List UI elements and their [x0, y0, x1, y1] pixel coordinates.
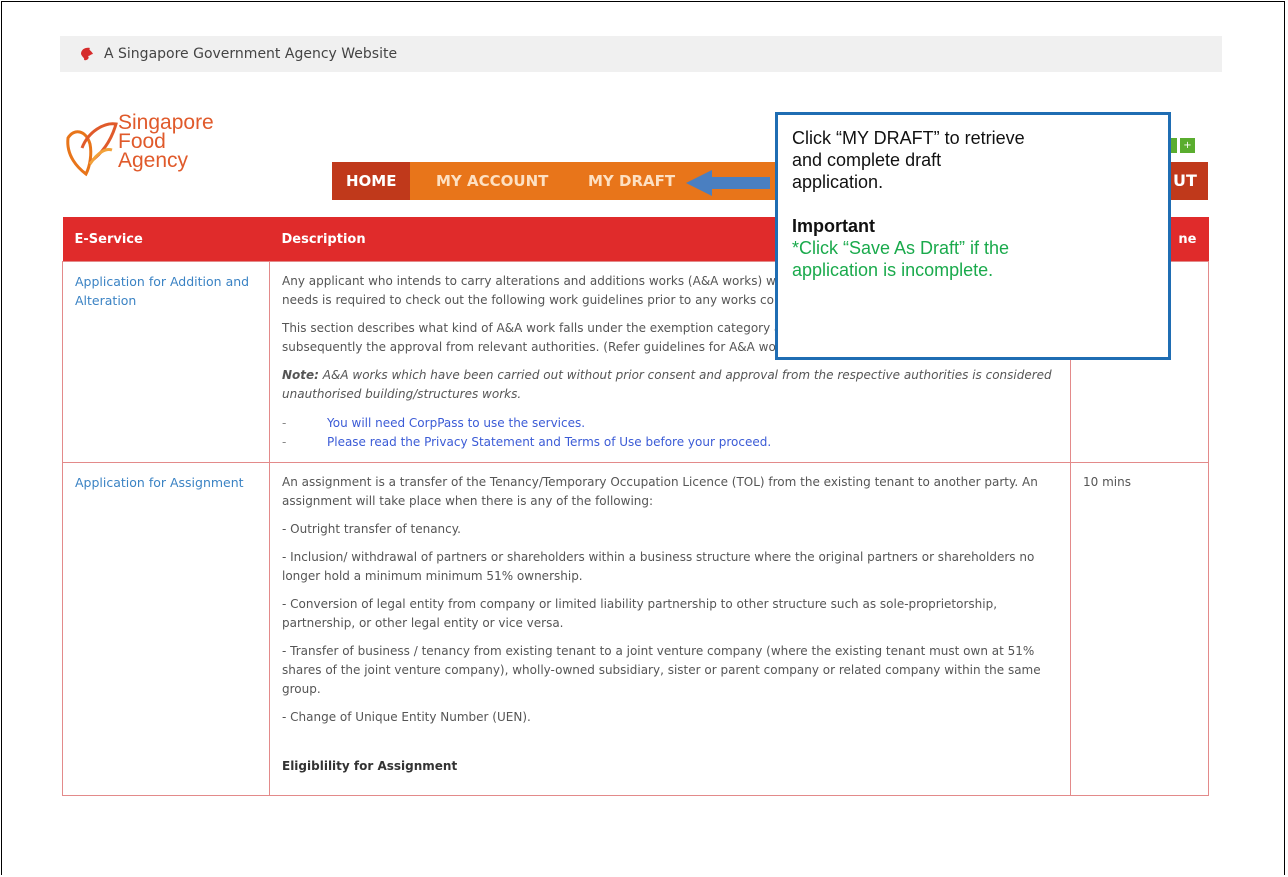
- service-link-assignment[interactable]: Application for Assignment: [62, 462, 270, 796]
- note: Note: A&A works which have been carried …: [282, 366, 1058, 404]
- corppass-link[interactable]: You will need CorpPass to use the servic…: [327, 414, 585, 433]
- gov-banner: A Singapore Government Agency Website: [60, 36, 1222, 72]
- nav-home[interactable]: HOME: [332, 162, 411, 200]
- callout-important: Important: [792, 216, 875, 236]
- description-text: - Outright transfer of tenancy.: [282, 522, 461, 536]
- description-text: - Change of Unique Entity Number (UEN).: [282, 710, 531, 724]
- description-text: - Transfer of business / tenancy from ex…: [282, 644, 1041, 696]
- header-eservice: E-Service: [62, 217, 270, 262]
- logo-line-3: Agency: [118, 149, 189, 172]
- plus-icon[interactable]: +: [1180, 138, 1195, 153]
- arrow-left-icon: [686, 170, 770, 196]
- eligibility-heading: Eligiblility for Assignment: [282, 759, 458, 773]
- links-list: - You will need CorpPass to use the servi…: [282, 414, 1058, 452]
- description-cell: An assignment is a transfer of the Tenan…: [269, 462, 1071, 796]
- nav-my-draft[interactable]: MY DRAFT: [574, 162, 689, 200]
- note-label: Note:: [282, 368, 319, 382]
- description-text: - Inclusion/ withdrawal of partners or s…: [282, 550, 1035, 583]
- table-row: Application for Assignment An assignment…: [62, 462, 1209, 796]
- time-cell: 10 mins: [1070, 462, 1209, 796]
- nav-my-account[interactable]: MY ACCOUNT: [422, 162, 562, 200]
- description-text: An assignment is a transfer of the Tenan…: [282, 475, 1038, 508]
- callout-green-1: *Click “Save As Draft” if the: [792, 238, 1010, 258]
- annotation-callout: Click “MY DRAFT” to retrieve and complet…: [775, 112, 1171, 360]
- green-bar-icon: [1170, 138, 1177, 153]
- callout-green-2: application is incomplete.: [792, 260, 994, 280]
- gov-banner-text: A Singapore Government Agency Website: [104, 46, 398, 62]
- callout-line-2: and complete draft: [792, 150, 942, 170]
- privacy-terms-link[interactable]: Please read the Privacy Statement and Te…: [327, 433, 771, 452]
- service-link-addition-alteration[interactable]: Application for Addition and Alteration: [62, 261, 270, 463]
- note-text: A&A works which have been carried out wi…: [282, 368, 1052, 401]
- singapore-lion-icon: [81, 47, 93, 61]
- sfa-logo-text: Singapore Food Agency: [118, 112, 214, 172]
- callout-line-1: Click “MY DRAFT” to retrieve: [792, 128, 1025, 148]
- description-text: - Conversion of legal entity from compan…: [282, 597, 998, 630]
- callout-line-3: application.: [792, 172, 884, 192]
